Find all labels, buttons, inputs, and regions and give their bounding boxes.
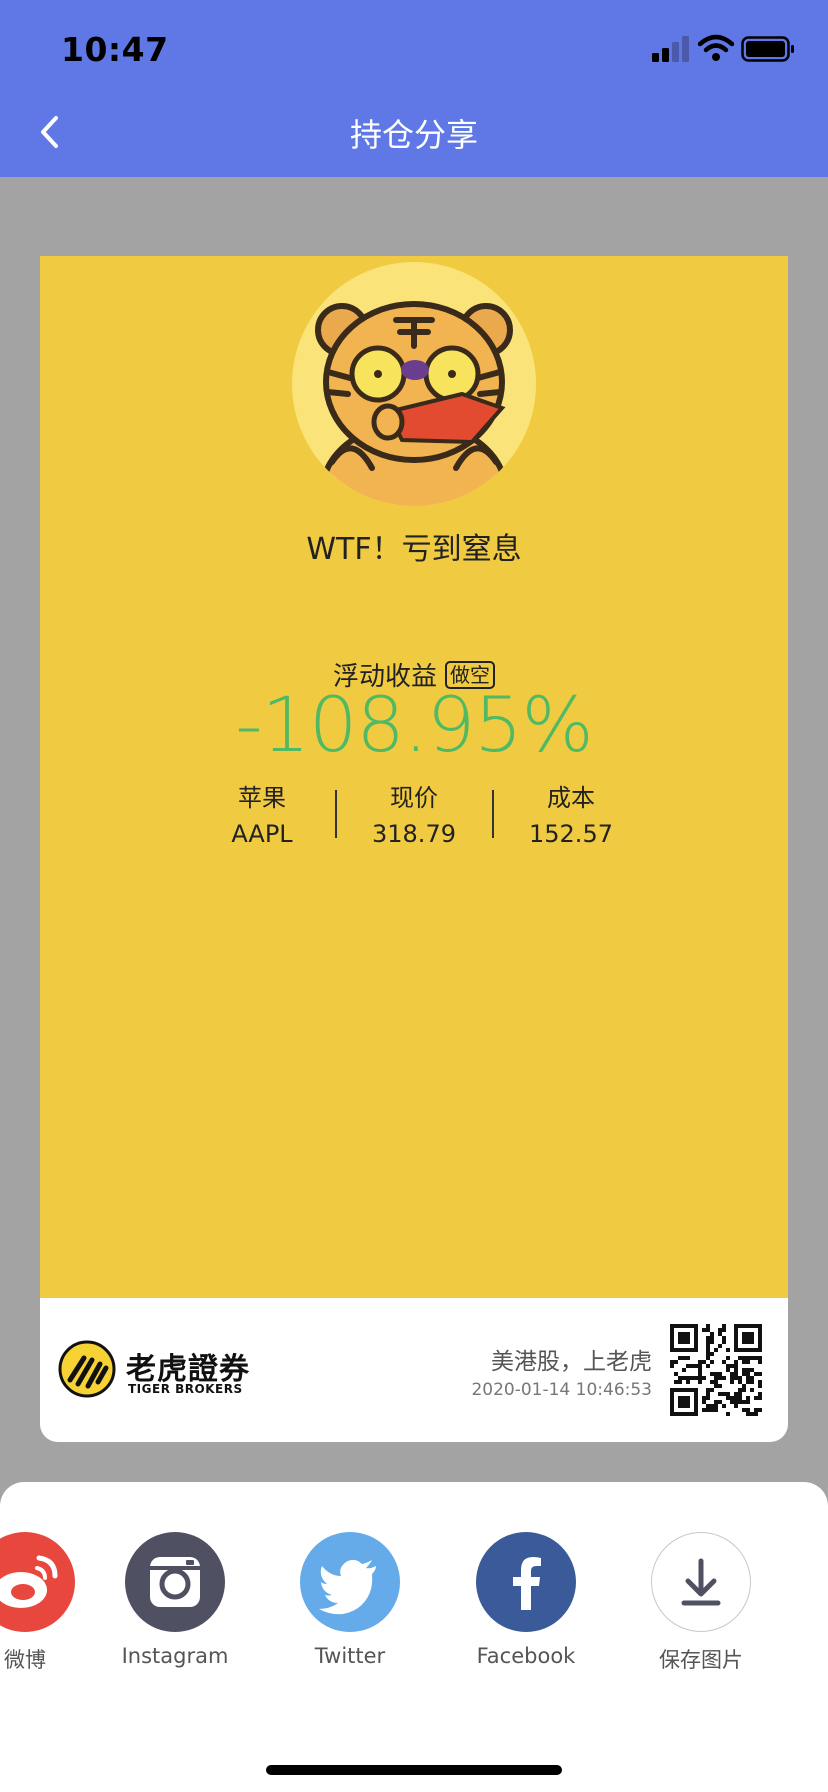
instagram-icon <box>125 1532 225 1632</box>
twitter-icon <box>300 1532 400 1632</box>
share-label: 微博 <box>4 1648 46 1672</box>
save-image-button[interactable]: 保存图片 <box>626 1532 776 1674</box>
home-indicator <box>266 1765 562 1775</box>
tiger-brokers-logo-icon <box>58 1340 116 1398</box>
nav-bar: 10:47 持仓分享 <box>0 0 828 177</box>
share-facebook-button[interactable]: Facebook <box>451 1532 601 1668</box>
share-timestamp: 2020-01-14 10:46:53 <box>471 1380 652 1400</box>
pnl-percent: -108.95% <box>235 680 594 769</box>
page-title: 持仓分享 <box>349 116 478 154</box>
share-label: Instagram <box>121 1644 229 1668</box>
cellular-signal-icon <box>652 36 689 62</box>
facebook-icon <box>476 1532 576 1632</box>
stock-name-stat: 苹果 AAPL <box>192 780 332 852</box>
stat-divider <box>335 790 337 838</box>
stat-divider <box>492 790 494 838</box>
tiger-mascot-avatar <box>292 262 536 506</box>
battery-icon <box>741 36 794 62</box>
stat-label: 苹果 <box>238 784 286 812</box>
share-instagram-button[interactable]: Instagram <box>100 1532 250 1668</box>
share-label: Twitter <box>314 1644 386 1668</box>
share-weibo-button[interactable]: 微博 <box>0 1532 100 1674</box>
qr-code <box>670 1324 762 1416</box>
stat-value: 152.57 <box>529 820 613 848</box>
slogan-text: 美港股，上老虎 <box>491 1349 652 1375</box>
mood-title: WTF！亏到窒息 <box>306 532 522 567</box>
stat-label: 成本 <box>547 784 595 812</box>
wifi-icon <box>698 34 734 61</box>
share-twitter-button[interactable]: Twitter <box>275 1532 425 1668</box>
card-footer: 老虎證券 TIGER BROKERS 美港股，上老虎 2020-01-14 10… <box>40 1298 788 1442</box>
stat-label: 现价 <box>390 784 438 812</box>
status-time: 10:47 <box>61 30 169 69</box>
share-label: Facebook <box>476 1644 576 1668</box>
current-price-stat: 现价 318.79 <box>344 780 484 852</box>
share-label: 保存图片 <box>659 1648 743 1672</box>
share-sheet: 微博 Instagram Twitter Facebook 保存图片 <box>0 1482 828 1792</box>
weibo-icon <box>0 1532 75 1632</box>
tiger-mascot-icon <box>315 301 513 506</box>
download-icon <box>651 1532 751 1632</box>
stat-value: AAPL <box>231 820 293 848</box>
cost-stat: 成本 152.57 <box>501 780 641 852</box>
position-share-card: WTF！亏到窒息 浮动收益 做空 -108.95% 苹果 AAPL 现价 318.… <box>40 256 788 1442</box>
brand-name-en: TIGER BROKERS <box>128 1382 243 1396</box>
stat-value: 318.79 <box>372 820 456 848</box>
